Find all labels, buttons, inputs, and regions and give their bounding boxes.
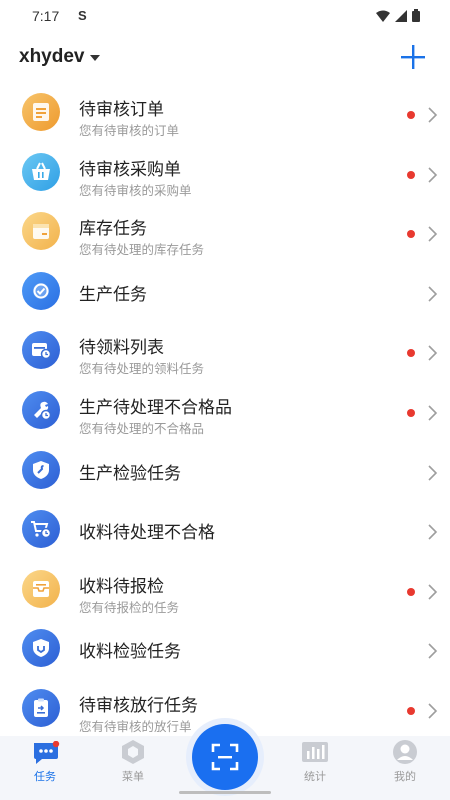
task-title: 生产检验任务 <box>79 464 181 483</box>
chevron-right-icon <box>428 345 438 361</box>
scan-icon <box>211 743 239 771</box>
chevron-right-icon <box>428 286 438 302</box>
wrench-clock-icon <box>22 391 60 429</box>
chevron-right-icon <box>428 226 438 242</box>
home-indicator <box>179 791 271 794</box>
task-title: 待领料列表 <box>79 338 164 357</box>
task-title: 生产待处理不合格品 <box>79 398 232 417</box>
account-selector[interactable]: xhydev <box>19 46 101 68</box>
badge-dot <box>407 111 415 119</box>
header: xhydev <box>0 32 450 82</box>
chevron-right-icon <box>428 167 438 183</box>
task-title: 生产任务 <box>79 285 147 304</box>
task-row[interactable]: 待审核采购单您有待审核的采购单 <box>0 142 450 202</box>
status-icons <box>376 9 420 22</box>
task-row[interactable]: 收料待处理不合格 <box>0 499 450 559</box>
chevron-down-icon <box>90 55 101 61</box>
user-icon <box>393 740 417 764</box>
signal-icon <box>395 9 407 22</box>
task-row[interactable]: 生产待处理不合格品您有待处理的不合格品 <box>0 380 450 440</box>
badge-dot <box>407 230 415 238</box>
basket-icon <box>22 153 60 191</box>
battery-icon <box>412 9 420 22</box>
inbox-icon <box>22 570 60 608</box>
task-subtitle: 您有待处理的库存任务 <box>79 243 205 257</box>
task-subtitle: 您有待处理的领料任务 <box>79 362 205 376</box>
chevron-right-icon <box>428 643 438 659</box>
task-subtitle: 您有待审核的放行单 <box>79 720 192 734</box>
task-row[interactable]: 生产检验任务 <box>0 440 450 500</box>
tab-tasks[interactable]: 任务 <box>5 736 85 792</box>
check-icon <box>22 272 60 310</box>
tab-mine-label: 我的 <box>394 771 416 783</box>
plus-icon[interactable] <box>398 42 428 72</box>
task-subtitle: 您有待报检的任务 <box>79 601 180 615</box>
task-title: 收料检验任务 <box>79 642 181 661</box>
task-title: 待审核采购单 <box>79 160 181 179</box>
order-icon <box>22 93 60 131</box>
bar-chart-icon <box>302 742 328 762</box>
status-sync-indicator: S <box>78 8 87 23</box>
wifi-icon <box>376 10 390 22</box>
tab-mine[interactable]: 我的 <box>365 736 445 792</box>
shield-icon <box>22 629 60 667</box>
badge-dot <box>407 588 415 596</box>
task-title: 库存任务 <box>79 219 147 238</box>
chevron-right-icon <box>428 405 438 421</box>
task-subtitle: 您有待审核的采购单 <box>79 184 192 198</box>
task-row[interactable]: 库存任务您有待处理的库存任务 <box>0 201 450 261</box>
account-name: xhydev <box>19 46 85 67</box>
status-time: 7:17 <box>32 8 60 24</box>
chevron-right-icon <box>428 584 438 600</box>
inventory-icon <box>22 212 60 250</box>
task-row[interactable]: 收料检验任务 <box>0 618 450 678</box>
tab-stats[interactable]: 统计 <box>275 736 355 792</box>
menu-cube-icon <box>122 740 144 764</box>
tab-menu-label: 菜单 <box>122 771 144 783</box>
task-title: 收料待报检 <box>79 577 164 596</box>
task-row[interactable]: 收料待报检您有待报检的任务 <box>0 559 450 619</box>
chevron-right-icon <box>428 703 438 719</box>
chevron-right-icon <box>428 107 438 123</box>
chat-icon <box>34 741 60 764</box>
tab-tasks-label: 任务 <box>34 771 56 783</box>
task-title: 待审核放行任务 <box>79 696 198 715</box>
task-row[interactable]: 生产任务 <box>0 261 450 321</box>
task-subtitle: 您有待处理的不合格品 <box>79 422 205 436</box>
badge-dot <box>407 171 415 179</box>
chevron-right-icon <box>428 465 438 481</box>
task-subtitle: 您有待审核的订单 <box>79 124 180 138</box>
badge-dot <box>407 349 415 357</box>
material-icon <box>22 331 60 369</box>
badge-dot <box>407 707 415 715</box>
chevron-right-icon <box>428 524 438 540</box>
tab-stats-label: 统计 <box>304 771 326 783</box>
task-row[interactable]: 待审核订单您有待审核的订单 <box>0 82 450 142</box>
shield-wrench-icon <box>22 451 60 489</box>
cart-clock-icon <box>22 510 60 548</box>
tab-menu[interactable]: 菜单 <box>93 736 173 792</box>
task-title: 收料待处理不合格 <box>79 523 215 542</box>
task-row[interactable]: 待领料列表您有待处理的领料任务 <box>0 320 450 380</box>
badge-dot <box>407 409 415 417</box>
scan-button[interactable] <box>192 724 258 790</box>
status-bar: 7:17 S <box>0 0 450 32</box>
clipboard-icon <box>22 689 60 727</box>
task-title: 待审核订单 <box>79 100 164 119</box>
